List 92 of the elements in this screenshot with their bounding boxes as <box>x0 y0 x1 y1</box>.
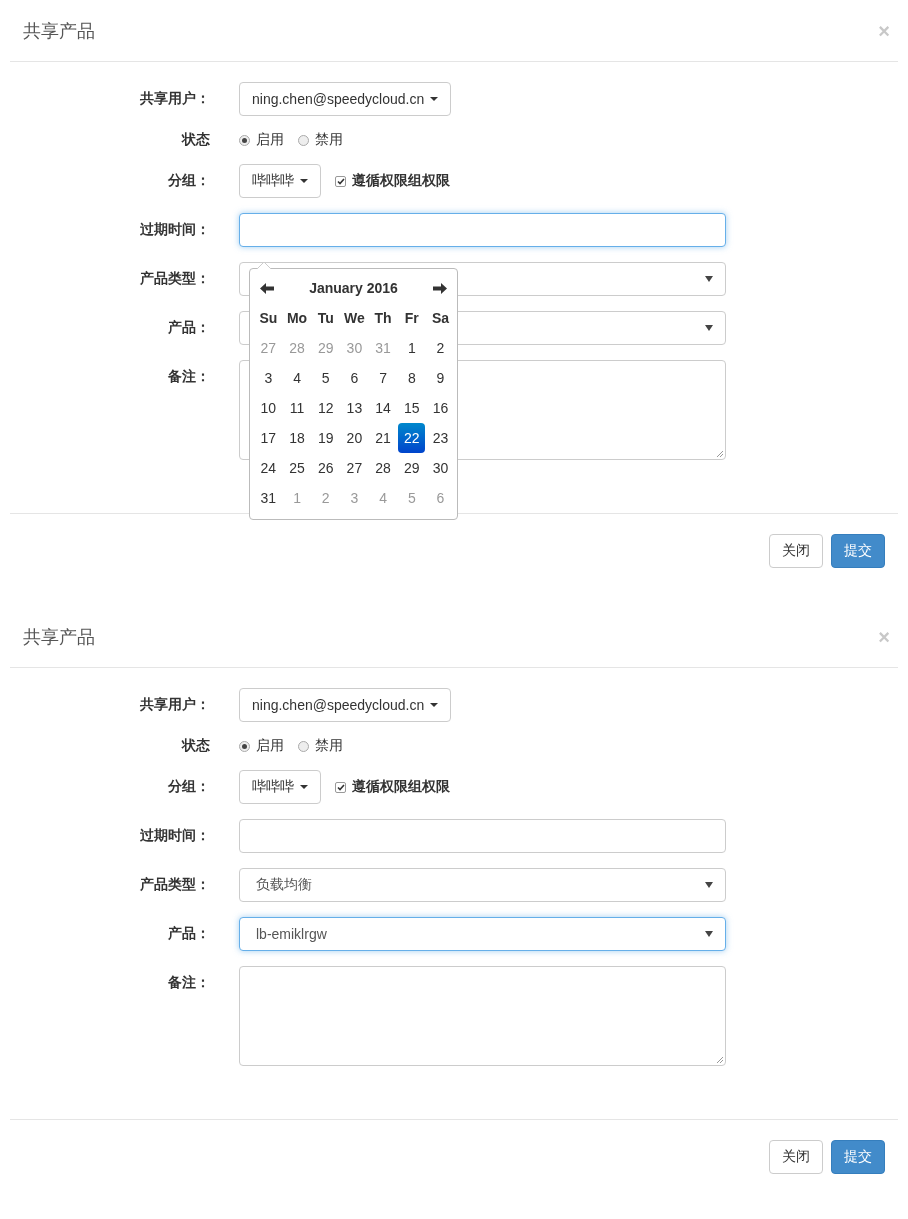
checkbox-label: 遵循权限组权限 <box>352 172 450 190</box>
calendar-day[interactable]: 29 <box>398 453 426 483</box>
field-label: 产品： <box>168 925 210 943</box>
checkbox-label: 遵循权限组权限 <box>352 778 450 796</box>
weekday-label: Tu <box>317 309 334 328</box>
dialog-title: 共享产品 <box>23 624 95 649</box>
field-label: 产品类型： <box>140 876 210 894</box>
checkbox[interactable] <box>335 175 346 187</box>
radio-label: 启用 <box>256 131 284 149</box>
field-label: 分组： <box>168 778 210 796</box>
field-label: 产品： <box>168 319 210 337</box>
calendar-day[interactable]: 11 <box>283 393 311 423</box>
resize-grip-icon[interactable] <box>716 450 724 458</box>
weekday-label: Su <box>259 309 278 328</box>
field-label: 状态 <box>182 131 210 149</box>
user-dropdown[interactable]: ning.chen@speedycloud.cn <box>239 82 452 116</box>
field-label: 过期时间： <box>140 827 210 845</box>
field-label: 备注： <box>168 973 210 992</box>
calendar-day[interactable]: 15 <box>398 393 426 423</box>
submit-button[interactable]: 提交 <box>831 1140 885 1174</box>
submit-button[interactable]: 提交 <box>831 534 885 568</box>
field-label: 共享用户： <box>140 696 210 714</box>
calendar-day[interactable]: 21 <box>369 423 397 453</box>
radio-button[interactable] <box>239 134 250 146</box>
calendar-day[interactable]: 13 <box>340 393 368 423</box>
calendar-day[interactable]: 8 <box>398 363 426 393</box>
group-dropdown[interactable]: 哔哔哔 <box>239 164 321 198</box>
field-label: 状态 <box>182 737 210 755</box>
calendar-day[interactable]: 7 <box>369 363 397 393</box>
calendar-day[interactable]: 10 <box>254 393 282 423</box>
calendar-day[interactable]: 28 <box>369 453 397 483</box>
calendar-day[interactable]: 12 <box>312 393 340 423</box>
caret-icon <box>430 97 439 101</box>
right-arrow-icon[interactable] <box>433 282 447 294</box>
calendar-day[interactable]: 14 <box>369 393 397 423</box>
radio-label: 启用 <box>256 737 284 755</box>
date-field[interactable] <box>239 819 726 853</box>
select-field[interactable]: 负载均衡 <box>239 868 726 902</box>
calendar-day[interactable]: 19 <box>312 423 340 453</box>
calendar-day[interactable]: 6 <box>340 363 368 393</box>
user-dropdown[interactable]: ning.chen@speedycloud.cn <box>239 688 452 722</box>
dialog-title: 共享产品 <box>23 18 95 43</box>
calendar-day[interactable]: 4 <box>283 363 311 393</box>
weekday-label: We <box>344 309 365 328</box>
field-label: 共享用户： <box>140 90 210 108</box>
caret-icon <box>430 703 439 707</box>
calendar-day[interactable]: 30 <box>426 453 454 483</box>
calendar-day[interactable]: 27 <box>340 453 368 483</box>
field-label: 产品类型： <box>140 270 210 288</box>
group-dropdown[interactable]: 哔哔哔 <box>239 770 321 804</box>
calendar-day[interactable]: 20 <box>340 423 368 453</box>
caret-icon <box>705 931 713 937</box>
caret-icon <box>300 179 308 183</box>
calendar-day[interactable]: 22 <box>398 423 426 453</box>
field-label: 备注： <box>168 367 210 386</box>
select-field[interactable]: lb-emiklrgw <box>239 917 726 951</box>
calendar-day[interactable]: 26 <box>312 453 340 483</box>
radio-label: 禁用 <box>315 131 343 149</box>
weekday-label: Sa <box>431 309 450 328</box>
date-field[interactable] <box>239 213 726 247</box>
month-title[interactable]: January 2016 <box>303 279 404 297</box>
calendar-day[interactable]: 23 <box>426 423 454 453</box>
caret-icon <box>705 325 713 331</box>
calendar-day[interactable]: 3 <box>254 363 282 393</box>
radio-label: 禁用 <box>315 737 343 755</box>
checkbox[interactable] <box>335 781 346 793</box>
weekday-label: Mo <box>286 309 308 328</box>
caret-icon <box>300 785 308 789</box>
calendar-day[interactable]: 9 <box>426 363 454 393</box>
resize-grip-icon[interactable] <box>716 1056 724 1064</box>
radio-button[interactable] <box>298 134 309 146</box>
calendar-day[interactable]: 24 <box>254 453 282 483</box>
left-arrow-icon[interactable] <box>260 282 274 294</box>
calendar-day[interactable]: 5 <box>312 363 340 393</box>
field-label: 分组： <box>168 172 210 190</box>
calendar-day[interactable]: 2 <box>426 333 454 363</box>
radio-button[interactable] <box>239 740 250 752</box>
notes-field[interactable] <box>239 966 726 1066</box>
field-label: 过期时间： <box>140 221 210 239</box>
close-dialog-button[interactable]: 关闭 <box>769 1140 823 1174</box>
calendar-day[interactable]: 1 <box>398 333 426 363</box>
calendar-day[interactable]: 31 <box>254 483 282 513</box>
weekday-label: Fr <box>404 309 419 328</box>
calendar-day[interactable]: 25 <box>283 453 311 483</box>
calendar-day[interactable]: 16 <box>426 393 454 423</box>
calendar-day[interactable]: 18 <box>283 423 311 453</box>
caret-icon <box>705 882 713 888</box>
weekday-label: Th <box>374 309 392 328</box>
radio-button[interactable] <box>298 740 309 752</box>
close-dialog-button[interactable]: 关闭 <box>769 534 823 568</box>
caret-icon <box>705 276 713 282</box>
calendar-day[interactable]: 17 <box>254 423 282 453</box>
